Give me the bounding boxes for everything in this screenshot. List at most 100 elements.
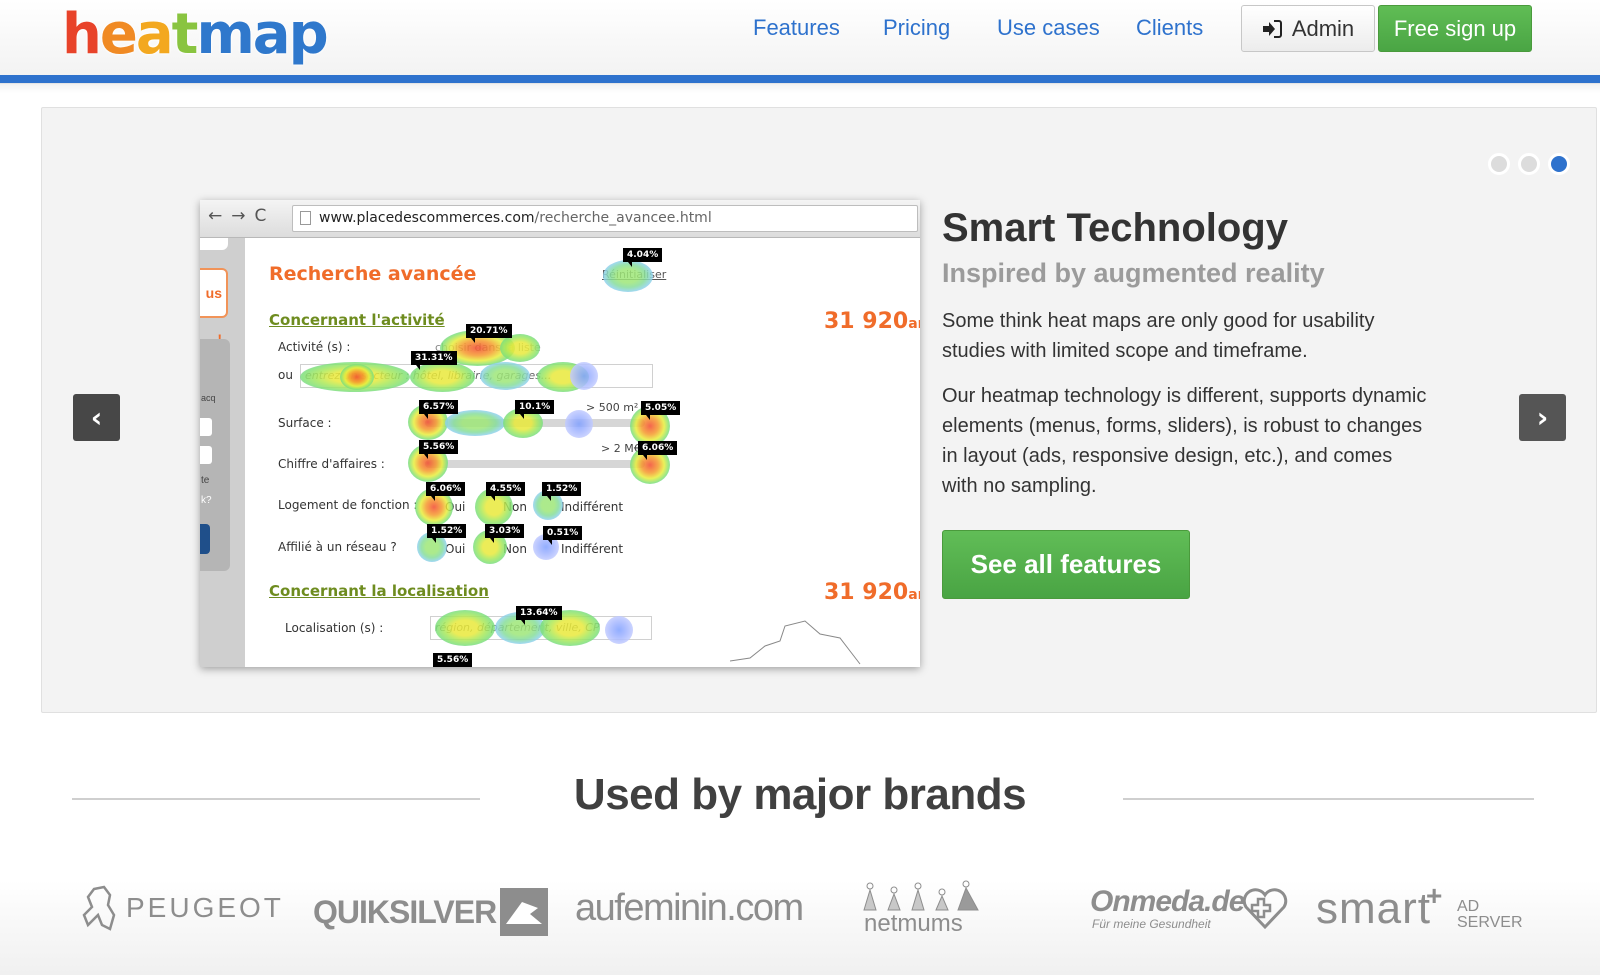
see-all-features-button[interactable]: See all features (942, 530, 1190, 599)
nav-pricing[interactable]: Pricing (883, 15, 950, 41)
header-accent-bar (0, 75, 1600, 83)
brand-logo-aufeminin: aufeminin.com (575, 887, 804, 929)
peugeot-text: PEUGEOT (126, 892, 284, 923)
back-arrow-icon: ← (208, 206, 223, 226)
heat-percent-tag: 4.04% (623, 248, 663, 267)
carousel-dot-3-active[interactable] (1548, 153, 1570, 175)
heat-percent-tag: 1.52% (542, 482, 582, 501)
mock-option-non: Non (503, 542, 527, 556)
mock-sidebar-input (200, 446, 212, 464)
slide-subtitle: Inspired by augmented reality (942, 258, 1325, 288)
mock-url-domain: www.placedescommerces.com (319, 210, 535, 226)
brand-logo-onmeda: Onmeda.de Für meine Gesundheit (1090, 885, 1290, 935)
mock-sidebar-text: te (201, 475, 210, 486)
heat-percent-tag: 3.03% (485, 524, 525, 543)
mock-address-bar: www.placedescommerces.com/recherche_avan… (292, 205, 918, 232)
admin-button[interactable]: Admin (1241, 5, 1375, 52)
mock-sidebar-input (200, 418, 212, 436)
brand-logo-netmums: netmums (862, 880, 992, 940)
chevron-right-icon: › (1536, 401, 1549, 434)
site-header: h e a t map Features Pricing Use cases Clien… (0, 0, 1600, 84)
mock-sidebar: us ! acq te k? (200, 238, 245, 667)
slide-paragraph-1: Some think heat maps are only good for u… (942, 310, 1375, 362)
mock-label-chiffre: Chiffre d'affaires : (278, 457, 385, 471)
mock-option-indifferent: Indifférent (561, 542, 624, 556)
nav-clients[interactable]: Clients (1136, 15, 1203, 41)
heat-percent-tag: 20.71% (466, 324, 512, 343)
nav-use-cases[interactable]: Use cases (997, 15, 1100, 41)
logo-letters-map: map (196, 2, 328, 67)
mock-surface-slider (425, 419, 645, 427)
mock-ou-input: entrez un secteur : hôtel, librairie, ga… (300, 364, 653, 388)
mock-result-count: 31 920ar (824, 309, 920, 334)
heatmap-screenshot: ← → C www.placedescommerces.com/recherch… (200, 200, 920, 667)
mock-label-localisation: Localisation (s) : (285, 621, 384, 635)
mock-reset-link: Réinitialiser (602, 268, 667, 281)
carousel-dot-1[interactable] (1488, 153, 1510, 175)
carousel-next-button[interactable]: › (1519, 394, 1566, 441)
onmeda-text: Onmeda.de (1090, 885, 1245, 918)
heat-percent-tag: 6.06% (638, 441, 678, 460)
heat-percent-tag: 0.51% (543, 526, 583, 545)
mock-page-content: Recherche avancée Réinitialiser Concerna… (245, 238, 920, 667)
mock-sidebar-button: us ! (200, 268, 228, 347)
mock-sidebar-blue-button (200, 524, 210, 554)
page-icon (300, 211, 311, 225)
mock-label-affilie: Affilié à un réseau ? (278, 540, 397, 554)
heatmap-logo[interactable]: h e a t map (62, 0, 329, 82)
mock-chiffre-slider (425, 460, 645, 468)
mock-sidebar-top (200, 238, 228, 250)
mock-section-localisation: Concernant la localisation (269, 582, 489, 600)
mock-page-title: Recherche avancée (269, 263, 477, 285)
heat-percent-tag: 1.52% (427, 524, 467, 543)
heat-percent-tag: 6.57% (419, 400, 459, 419)
reload-icon: C (254, 206, 267, 226)
result-count-value: 31 920 (824, 309, 909, 334)
mock-label-ou: ou (278, 368, 293, 382)
mock-label-surface: Surface : (278, 416, 332, 430)
heat-percent-tag: 5.05% (641, 401, 681, 420)
mock-browser-toolbar: ← → C www.placedescommerces.com/recherch… (200, 200, 920, 238)
smart-server-text: SERVER (1457, 914, 1523, 931)
logo-letter-t: t (171, 2, 199, 67)
slide-title: Smart Technology (942, 206, 1288, 250)
carousel-dot-2[interactable] (1518, 153, 1540, 175)
mock-sidebar-text: acq (201, 393, 216, 403)
mock-surface-max: > 500 m² (586, 401, 639, 414)
mock-chiffre-max: > 2 M€ (601, 442, 641, 455)
mock-option-oui: Oui (445, 542, 466, 556)
feature-carousel: ‹ › ← → C www.placedescommerces.com/rech… (41, 107, 1597, 713)
mock-nav-buttons: ← → C (208, 206, 266, 226)
nav-features[interactable]: Features (753, 15, 840, 41)
mock-sidebar-text: k? (201, 495, 212, 506)
logo-letter-a-flame: a (135, 2, 174, 67)
brands-heading: Used by major brands (573, 770, 1027, 819)
mock-section-activite: Concernant l'activité (269, 311, 445, 329)
heat-percent-tag: 31.31% (411, 351, 457, 370)
carousel-prev-button[interactable]: ‹ (73, 394, 120, 441)
free-signup-button[interactable]: Free sign up (1378, 5, 1532, 52)
header-shadow (0, 83, 1600, 93)
admin-label: Admin (1291, 15, 1355, 41)
heat-percent-tag: 5.56% (419, 440, 459, 459)
mock-label-logement: Logement de fonction : (278, 498, 418, 512)
brand-logo-smart-adserver: smart + AD SERVER (1316, 880, 1526, 938)
onmeda-tagline: Für meine Gesundheit (1092, 917, 1211, 931)
onmeda-heart-cross-icon (1242, 888, 1288, 930)
logo-letter-e: e (99, 2, 138, 67)
brand-logo-peugeot: PEUGEOT (80, 885, 284, 931)
heat-percent-tag: 13.64% (516, 606, 562, 625)
mock-url-path: /recherche_avancee.html (534, 210, 712, 226)
brand-logo-quiksilver: QUIKSILVER (313, 888, 549, 936)
smart-plus-icon: + (1426, 880, 1443, 911)
map-outline (730, 620, 861, 665)
mock-result-count: 31 920ar (824, 580, 920, 605)
sign-in-icon (1262, 19, 1282, 38)
heat-percent-tag: 10.1% (515, 400, 555, 419)
slide-paragraph-2: Our heatmap technology is different, sup… (942, 385, 1427, 497)
heat-percent-tag: 5.56% (433, 653, 473, 667)
heat-percent-tag: 4.55% (486, 482, 526, 501)
quiksilver-wave-icon (500, 888, 549, 936)
chevron-left-icon: ‹ (90, 401, 103, 434)
carousel-indicators (1488, 153, 1570, 175)
